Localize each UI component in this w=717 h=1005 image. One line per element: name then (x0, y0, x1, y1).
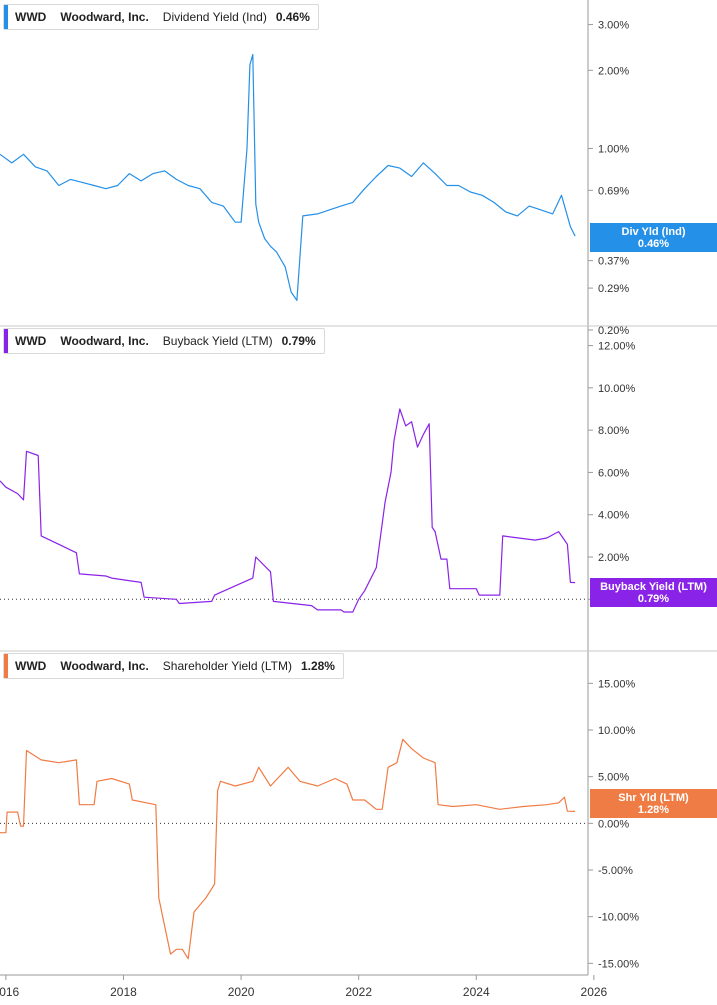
legend-buyback-yield: WWD Woodward, Inc. Buyback Yield (LTM) 0… (3, 328, 325, 354)
y-tick-label: 0.00% (598, 818, 629, 830)
y-tick-label: 3.00% (598, 20, 629, 32)
x-tick-label: 2018 (110, 985, 137, 999)
x-tick-label: 2024 (463, 985, 490, 999)
legend-dividend-yield: WWD Woodward, Inc. Dividend Yield (Ind) … (3, 4, 319, 30)
y-tick-label: 0.37% (598, 256, 629, 268)
y-tick-label: 2.00% (598, 65, 629, 77)
legend-ticker: WWD (15, 659, 47, 673)
legend-swatch (4, 5, 8, 29)
y-tick-label: 10.00% (598, 383, 636, 395)
y-tick-label: 10.00% (598, 725, 636, 737)
legend-value: 0.79% (281, 334, 316, 348)
y-tick-label: 0.20% (598, 325, 629, 337)
legend-company: Woodward, Inc. (60, 659, 149, 673)
last-value-tag-buyback: Buyback Yield (LTM) 0.79% (590, 578, 717, 607)
y-tick-label: 2.00% (598, 552, 629, 564)
series-line-shareholder-yield (0, 738, 576, 960)
tag-value: 1.28% (637, 804, 670, 816)
legend-value: 0.46% (275, 10, 310, 24)
legend-series-name: Buyback Yield (LTM) (162, 334, 273, 348)
legend-shareholder-yield: WWD Woodward, Inc. Shareholder Yield (LT… (3, 653, 344, 679)
x-tick-label: 2020 (228, 985, 255, 999)
y-tick-label: 5.00% (598, 772, 629, 784)
tag-label: Buyback Yield (LTM) (600, 581, 707, 593)
y-tick-label: 4.00% (598, 510, 629, 522)
tag-label: Div Yld (Ind) (621, 226, 686, 238)
chart-canvas: 3.00% 2.00% 1.00% 0.69% 0.37% 0.29% 0.20% 12.00… (0, 0, 717, 999)
legend-ticker: WWD (15, 10, 47, 24)
legend-series-name: Dividend Yield (Ind) (162, 10, 267, 24)
legend-company: Woodward, Inc. (60, 10, 149, 24)
x-tick-label: 2022 (345, 985, 372, 999)
tag-value: 0.46% (637, 238, 670, 250)
x-tick-label: 2016 (0, 985, 20, 999)
legend-ticker: WWD (15, 334, 47, 348)
legend-company: Woodward, Inc. (60, 334, 149, 348)
y-tick-label: 0.69% (598, 185, 629, 197)
series-line-dividend-yield (0, 53, 576, 301)
y-tick-label: -10.00% (598, 912, 639, 924)
tag-label: Shr Yld (LTM) (618, 792, 689, 804)
legend-swatch (4, 654, 8, 678)
y-tick-label: 6.00% (598, 467, 629, 479)
x-tick-label: 2026 (581, 985, 608, 999)
legend-value: 1.28% (300, 659, 335, 673)
last-value-tag-shareholder: Shr Yld (LTM) 1.28% (590, 789, 717, 818)
y-tick-label: -15.00% (598, 958, 639, 970)
y-tick-label: -5.00% (598, 865, 633, 877)
series-line-buyback-yield (0, 408, 576, 613)
legend-series-name: Shareholder Yield (LTM) (162, 659, 292, 673)
last-value-tag-dividend: Div Yld (Ind) 0.46% (590, 223, 717, 252)
y-tick-label: 1.00% (598, 143, 629, 155)
y-tick-label: 15.00% (598, 678, 636, 690)
y-tick-label: 8.00% (598, 425, 629, 437)
tag-value: 0.79% (637, 593, 670, 605)
y-tick-label: 12.00% (598, 341, 636, 353)
legend-swatch (4, 329, 8, 353)
y-tick-label: 0.29% (598, 283, 629, 295)
